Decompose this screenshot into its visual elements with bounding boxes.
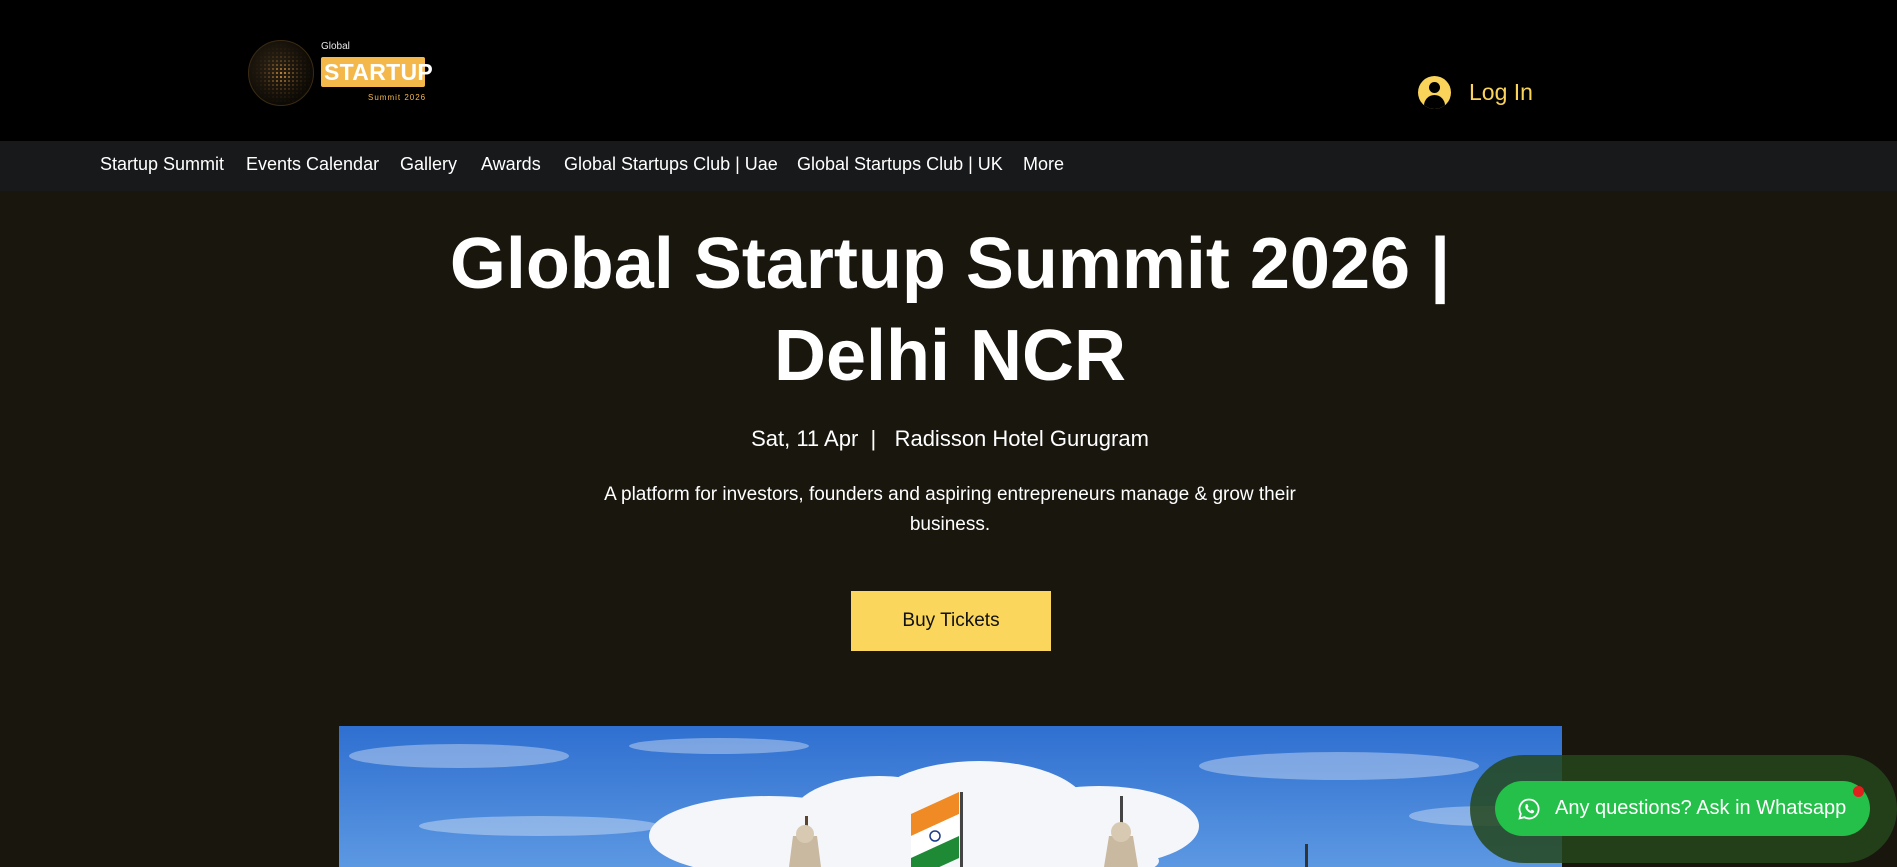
nav-item-startup-summit[interactable]: Startup Summit	[100, 154, 224, 175]
nav-item-events-calendar[interactable]: Events Calendar	[246, 154, 379, 175]
page-title: Global Startup Summit 2026 | Delhi NCR	[330, 218, 1570, 402]
login-button[interactable]: Log In	[1418, 74, 1533, 110]
logo-main-text: STARTUP	[321, 57, 433, 87]
hero-image	[339, 726, 1562, 867]
buy-tickets-button[interactable]: Buy Tickets	[851, 591, 1051, 651]
event-meta: Sat, 11 Apr | Radisson Hotel Gurugram	[751, 426, 1149, 451]
main-nav: Startup Summit Events Calendar Gallery A…	[0, 141, 1897, 191]
title-line-1: Global Startup Summit 2026 |	[449, 224, 1451, 304]
user-avatar-icon	[1418, 75, 1451, 109]
nav-item-club-uae[interactable]: Global Startups Club | Uae	[564, 154, 778, 175]
whatsapp-icon	[1518, 798, 1540, 820]
nav-item-more[interactable]: More	[1023, 154, 1064, 175]
title-line-2: Delhi NCR	[773, 316, 1127, 396]
login-label: Log In	[1469, 78, 1533, 105]
event-description: A platform for investors, founders and a…	[604, 484, 1296, 535]
whatsapp-label: Any questions? Ask in Whatsapp	[1555, 797, 1847, 819]
nav-item-club-uk[interactable]: Global Startups Club | UK	[797, 154, 1003, 175]
nav-item-gallery[interactable]: Gallery	[400, 154, 457, 175]
notification-dot	[1853, 786, 1864, 797]
logo-sub-text: Summit 2026	[368, 93, 427, 102]
whatsapp-button[interactable]: Any questions? Ask in Whatsapp	[1495, 781, 1870, 836]
site-header: Global STARTUP Summit 2026 Log In	[0, 0, 1897, 141]
logo-small-text: Global	[321, 41, 350, 52]
nav-item-awards[interactable]: Awards	[481, 154, 541, 175]
globe-icon	[248, 40, 314, 106]
site-logo[interactable]: Global STARTUP Summit 2026	[248, 38, 433, 108]
